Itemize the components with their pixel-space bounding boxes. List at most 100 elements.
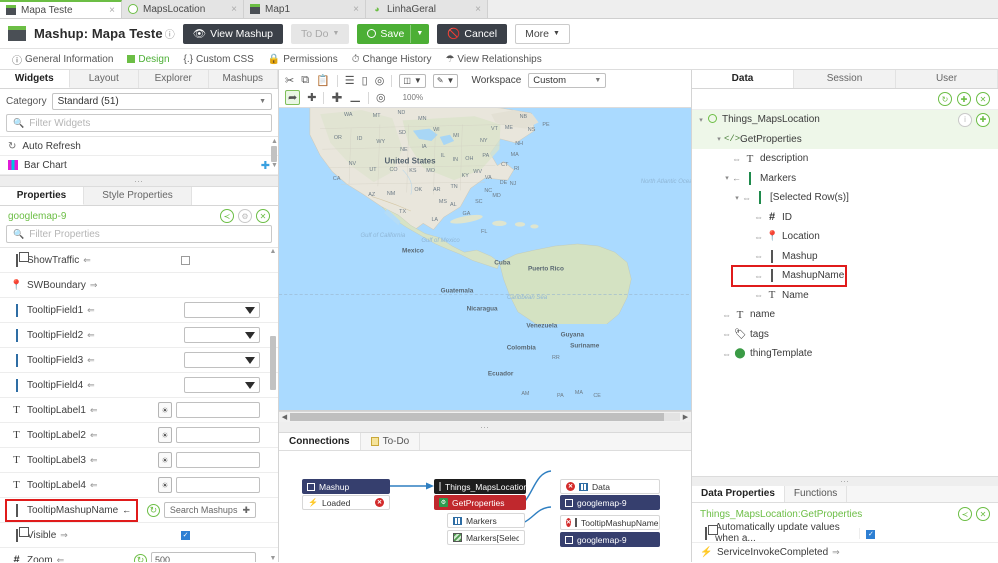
- view-mashup-button[interactable]: 👁 View Mashup: [183, 24, 283, 44]
- widget-item-bar-chart[interactable]: Bar Chart ✚: [0, 156, 278, 175]
- scrollbar-thumb[interactable]: [271, 146, 277, 162]
- data-property-row-service-invoke-completed[interactable]: ⚡ ServiceInvokeCompleted ⇒: [692, 543, 998, 562]
- tab-data[interactable]: Data: [692, 70, 794, 88]
- filter-widgets-input[interactable]: 🔍 Filter Widgets: [6, 114, 272, 132]
- tree-item-mashup[interactable]: ⇔ Mashup: [692, 247, 998, 267]
- scrollbar-track[interactable]: [290, 413, 680, 421]
- data-property-row-auto-update[interactable]: Automatically update values when a... ✓: [692, 524, 998, 543]
- tooltiplabel1-input[interactable]: [176, 402, 260, 418]
- browser-tab-mapslocation[interactable]: MapsLocation ×: [122, 0, 244, 18]
- property-row-tooltiplabel4[interactable]: T TooltipLabel4 ⇐ ☀: [0, 473, 278, 498]
- property-row-tooltipfield1[interactable]: TooltipField1 ⇐: [0, 298, 278, 323]
- connections-resize-handle[interactable]: ⋯: [279, 422, 691, 432]
- globe-icon[interactable]: ☀: [158, 427, 172, 443]
- connection-node-markers-selected[interactable]: Markers[Selecte...: [447, 530, 525, 545]
- binding-arrow-icon[interactable]: ⇐: [90, 455, 98, 466]
- info-icon[interactable]: ⓘ: [165, 30, 175, 41]
- search-mashups-button[interactable]: Search Mashups ✚: [164, 502, 256, 518]
- tree-item-markers[interactable]: ▾ ← Markers: [692, 169, 998, 189]
- properties-scrollbar[interactable]: ▲ ▼: [269, 248, 277, 562]
- chevron-down-icon[interactable]: ▾: [722, 174, 732, 182]
- fit-icon[interactable]: ◎: [376, 91, 386, 104]
- browser-tab-map1[interactable]: Map1 ×: [244, 0, 366, 18]
- refresh-binding-icon[interactable]: ↻: [134, 554, 147, 563]
- zoom-out-icon[interactable]: ⚊: [349, 90, 361, 106]
- cancel-button[interactable]: 🚫 Cancel: [437, 24, 507, 44]
- tab-user[interactable]: User: [896, 70, 998, 88]
- connection-node-things-mapslocation[interactable]: Things_MapsLocation: [434, 479, 526, 494]
- binding-arrow-icon[interactable]: ⇔: [732, 154, 741, 164]
- error-icon[interactable]: ✕: [566, 482, 575, 491]
- binding-arrow-icon[interactable]: ⇐: [90, 405, 98, 416]
- tooltipfield2-dropdown[interactable]: [184, 327, 260, 343]
- share-icon[interactable]: ≺: [220, 209, 234, 223]
- distribute-icon[interactable]: ▯: [362, 74, 368, 87]
- tooltiplabel4-input[interactable]: [176, 477, 260, 493]
- data-properties-resize-handle[interactable]: ⋯: [692, 476, 998, 486]
- tooltipfield4-dropdown[interactable]: [184, 377, 260, 393]
- showtraffic-checkbox[interactable]: [181, 256, 190, 265]
- add-icon[interactable]: ✚: [957, 92, 971, 106]
- binding-arrow-icon[interactable]: ⇐: [87, 380, 95, 391]
- binding-arrow-icon[interactable]: ⇒: [60, 530, 68, 541]
- tab-data-properties[interactable]: Data Properties: [692, 486, 785, 502]
- property-row-swboundary[interactable]: 📍 SWBoundary ⇒: [0, 273, 278, 298]
- close-icon[interactable]: ×: [109, 5, 115, 16]
- globe-icon[interactable]: ☀: [158, 477, 172, 493]
- tree-item-description[interactable]: ⇔ T description: [692, 149, 998, 169]
- globe-icon[interactable]: ☀: [158, 402, 172, 418]
- binding-arrow-icon[interactable]: ⇔: [722, 349, 731, 359]
- tab-style-properties[interactable]: Style Properties: [84, 187, 192, 205]
- add-widget-icon[interactable]: ✚: [261, 159, 270, 172]
- property-row-tooltipfield2[interactable]: TooltipField2 ⇐: [0, 323, 278, 348]
- property-row-tooltiplabel2[interactable]: T TooltipLabel2 ⇐ ☀: [0, 423, 278, 448]
- scroll-down-icon[interactable]: ▼: [269, 555, 277, 562]
- tree-item-getproperties[interactable]: ▾ </> GetProperties: [692, 130, 998, 150]
- scroll-left-icon[interactable]: ◀: [279, 413, 290, 421]
- binding-arrow-icon[interactable]: ⇔: [754, 290, 763, 300]
- close-icon[interactable]: ✕: [976, 92, 990, 106]
- binding-arrow-icon[interactable]: ⇒: [90, 280, 98, 291]
- binding-arrow-icon[interactable]: ⇐: [90, 430, 98, 441]
- nav-change-history[interactable]: ⏱ Change History: [352, 54, 432, 65]
- auto-update-checkbox[interactable]: ✓: [866, 530, 875, 539]
- binding-arrow-icon[interactable]: ⇔: [754, 232, 763, 242]
- cut-icon[interactable]: ✂: [285, 74, 294, 87]
- workspace-select[interactable]: Custom ▼: [528, 73, 606, 88]
- binding-arrow-icon[interactable]: ⇐: [57, 555, 65, 563]
- more-button[interactable]: More ▼: [515, 24, 570, 44]
- scrollbar-thumb[interactable]: [290, 413, 664, 421]
- save-dropdown-toggle[interactable]: ▼: [410, 25, 428, 43]
- tree-item-thingtemplate[interactable]: ⇔ ⬤ thingTemplate: [692, 344, 998, 364]
- browser-tab-mapa-teste[interactable]: Mapa Teste ×: [0, 0, 122, 18]
- error-icon[interactable]: ✕: [375, 498, 384, 507]
- map-horizontal-scrollbar[interactable]: ◀ ▶: [279, 411, 691, 422]
- property-row-tooltiplabel1[interactable]: T TooltipLabel1 ⇐ ☀: [0, 398, 278, 423]
- binding-arrow-icon[interactable]: ⇒: [832, 547, 840, 558]
- chevron-down-icon[interactable]: ▾: [714, 135, 724, 143]
- scroll-right-icon[interactable]: ▶: [680, 413, 691, 421]
- binding-arrow-icon[interactable]: ⇔: [754, 212, 763, 222]
- refresh-icon[interactable]: ↻: [938, 92, 952, 106]
- connection-node-googlemap-9-top[interactable]: googlemap-9: [560, 495, 660, 510]
- scroll-down-icon[interactable]: ▼: [271, 163, 277, 169]
- tree-item-selected-rows[interactable]: ▾ ⇔ [Selected Row(s)]: [692, 188, 998, 208]
- nav-permissions[interactable]: 🔒 Permissions: [268, 54, 338, 65]
- binding-arrow-icon[interactable]: ⇔: [722, 329, 731, 339]
- tree-item-tags[interactable]: ⇔ 🏷 tags: [692, 325, 998, 345]
- tooltiplabel2-input[interactable]: [176, 427, 260, 443]
- widget-list-scrollbar[interactable]: ▲ ▼: [271, 139, 277, 175]
- binding-arrow-icon[interactable]: ⇔: [722, 310, 731, 320]
- align-icon[interactable]: ☰: [345, 74, 355, 87]
- add-icon[interactable]: ✚: [976, 113, 990, 127]
- tooltiplabel3-input[interactable]: [176, 452, 260, 468]
- close-icon[interactable]: ×: [231, 4, 237, 15]
- tree-item-name[interactable]: ⇔ T name: [692, 305, 998, 325]
- nav-view-relationships[interactable]: ☂ View Relationships: [445, 54, 541, 65]
- tooltipfield1-dropdown[interactable]: [184, 302, 260, 318]
- zoom-input[interactable]: 500: [151, 552, 256, 562]
- target-icon[interactable]: ◎: [375, 74, 385, 87]
- connection-node-markers[interactable]: Markers: [447, 513, 525, 528]
- close-icon[interactable]: ×: [353, 4, 359, 15]
- theme-dropdown[interactable]: ✎▼: [433, 74, 459, 88]
